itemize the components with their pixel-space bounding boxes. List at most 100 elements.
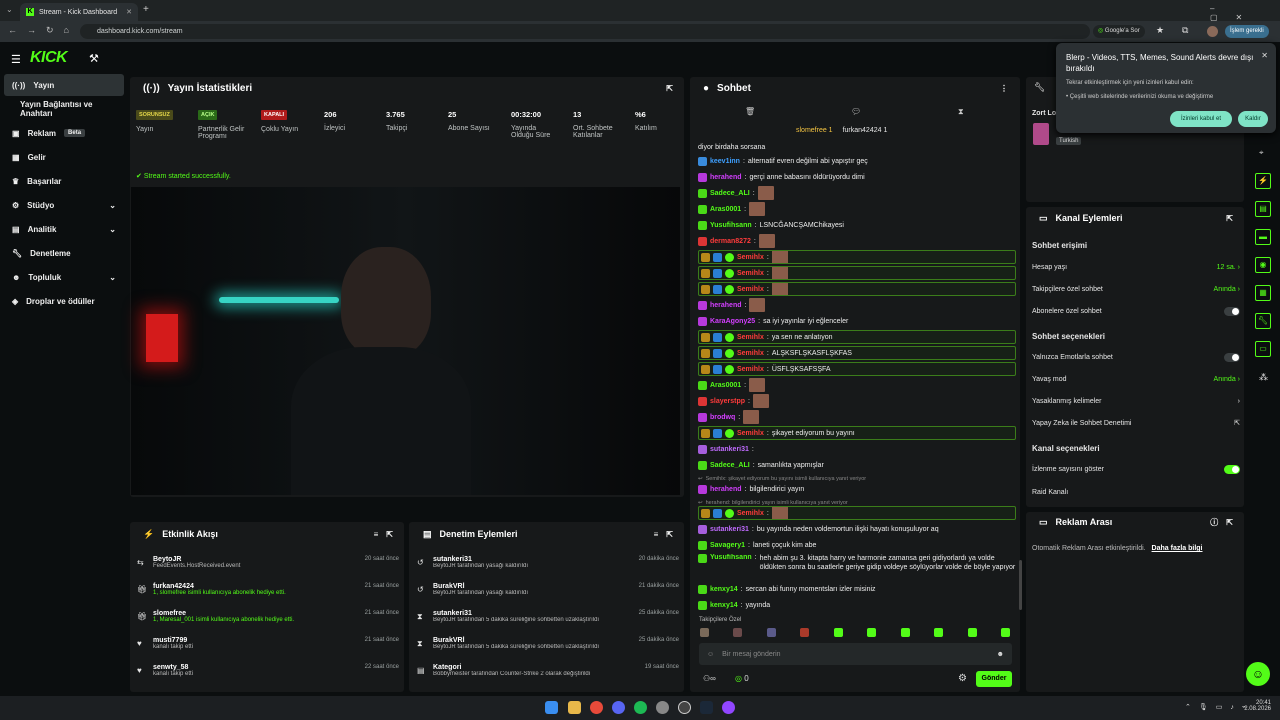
chat-message[interactable]: slayerstpp:: [698, 394, 1016, 408]
emote-only-toggle[interactable]: [1224, 352, 1240, 362]
spotify-icon[interactable]: [634, 701, 647, 714]
more-info-link[interactable]: Daha fazla bilgi: [1152, 545, 1203, 552]
popout-icon[interactable]: ⇱: [1226, 518, 1233, 527]
chat-username[interactable]: herahend: [710, 174, 742, 181]
profile-avatar[interactable]: [1207, 26, 1218, 37]
menu-icon[interactable]: ☰: [11, 53, 21, 66]
close-tab-icon[interactable]: ✕: [126, 8, 132, 16]
chat-username[interactable]: Semihlx: [737, 366, 764, 373]
activity-user[interactable]: senwty_58: [153, 664, 399, 671]
chat-username[interactable]: Semihlx: [737, 350, 764, 357]
raid-channel-row[interactable]: Raid Kanalı: [1032, 485, 1240, 499]
chat-bubble-icon[interactable]: 💬︎: [851, 107, 861, 116]
rail-wrench-icon[interactable]: 🔧︎: [1255, 313, 1271, 329]
windows-start-icon[interactable]: [545, 701, 558, 714]
google-ask-button[interactable]: ◎ Google'a Sor: [1093, 25, 1145, 38]
chat-username[interactable]: sutankeri31: [710, 446, 749, 453]
sidebar-item-yayin[interactable]: ((·)) Yayın: [4, 74, 124, 96]
emote-icon[interactable]: [700, 628, 709, 637]
chat-username[interactable]: Semihlx: [737, 286, 764, 293]
chat-message[interactable]: brodwq:: [698, 410, 1016, 424]
trash-icon[interactable]: 🗑︎: [745, 107, 755, 116]
slow-mode-row[interactable]: Yavaş mod Anında ›: [1032, 372, 1240, 386]
chat-message[interactable]: keev1inn: alternatif evren değilmi abi ya…: [698, 154, 1016, 168]
chat-username[interactable]: keev1inn: [710, 158, 740, 165]
file-explorer-icon[interactable]: [568, 701, 581, 714]
chat-message[interactable]: Sadece_ALI:: [698, 186, 1016, 200]
activity-row[interactable]: ♥ senwty_58 kanalı takip etti 22 saat önce: [137, 664, 399, 677]
chat-username[interactable]: kenxy14: [710, 586, 738, 593]
accept-permissions-button[interactable]: İzinleri kabul et: [1170, 111, 1232, 127]
popout-icon[interactable]: ⇱: [1226, 214, 1233, 223]
followers-only-row[interactable]: Takipçilere özel sohbet Anında ›: [1032, 282, 1240, 296]
subs-only-toggle[interactable]: [1224, 306, 1240, 316]
activity-user[interactable]: BeytoJR: [153, 556, 399, 563]
emote-icon[interactable]: [967, 628, 977, 637]
chat-username[interactable]: KaraAgony25: [710, 318, 755, 325]
close-icon[interactable]: ✕: [1261, 51, 1268, 60]
emote-icon[interactable]: [766, 628, 776, 637]
chat-username[interactable]: derman8272: [710, 238, 751, 245]
emoji-icon[interactable]: ☻: [997, 651, 1004, 658]
emote-icon[interactable]: [934, 628, 944, 637]
activity-row[interactable]: ⇆ BeytoJR FeedEvents.HostReceived.event 20 …: [137, 556, 399, 569]
chat-message[interactable]: Yusufihsann: heh abim şu 3. kitapta harry…: [698, 554, 1016, 576]
new-tab-icon[interactable]: +: [143, 4, 149, 15]
rail-grid-icon[interactable]: ▦: [1255, 285, 1271, 301]
chat-message[interactable]: Yusufihsann: LSNCĞANCŞAMChikayesi: [698, 218, 1016, 232]
rail-display-icon[interactable]: ▭: [1255, 341, 1271, 357]
moderation-row[interactable]: ↺ sutankeri31 BeytoJR tarafından yasağı ka…: [417, 556, 679, 569]
obs-icon[interactable]: [678, 701, 691, 714]
sidebar-item-analitik[interactable]: ▤ Analitik ⌄: [4, 218, 124, 240]
chat-message[interactable]: Sadece_ALI: samanlıkta yapmışlar: [698, 458, 1016, 472]
chat-message[interactable]: KaraAgony25: sa iyi yayınlar iyi eğlencel…: [698, 314, 1016, 328]
chat-username[interactable]: brodwq: [710, 414, 735, 421]
steam-icon[interactable]: [700, 701, 713, 714]
kick-logo[interactable]: KICK: [30, 49, 68, 67]
send-button[interactable]: Gönder: [976, 671, 1012, 687]
crosshair-icon[interactable]: ⌖: [1259, 148, 1264, 158]
info-icon[interactable]: ⓘ: [1210, 517, 1218, 528]
chat-message[interactable]: Semihlx: ya sen ne anlatıyon: [698, 330, 1016, 344]
twitch-icon[interactable]: [722, 701, 735, 714]
activity-row[interactable]: 🎁︎ slomefree 1, Maresal_001 isimli kullanı…: [137, 610, 399, 623]
moderation-row[interactable]: ↺ BurakVRl BeytoJR tarafından yasağı kaldı…: [417, 583, 679, 596]
chat-username[interactable]: Yusufihsann: [710, 222, 752, 229]
pin-icon[interactable]: ⚒: [89, 52, 99, 65]
chat-username[interactable]: Sadece_ALI: [710, 190, 750, 197]
chat-input[interactable]: ☺ Bir mesaj gönderin ☻: [699, 643, 1012, 665]
activity-user[interactable]: furkan42424: [153, 583, 399, 590]
window-controls[interactable]: –▢✕: [1210, 4, 1280, 22]
chat-username[interactable]: Aras0001: [710, 382, 741, 389]
popout-icon[interactable]: ⇱: [386, 530, 393, 539]
chat-message[interactable]: diyor birdaha sorsana: [698, 140, 1016, 154]
chat-message[interactable]: sutankeri31:: [698, 442, 1016, 456]
chat-message[interactable]: kenxy14: sercan abi funny momentsları izl…: [698, 582, 1016, 596]
chat-message[interactable]: sutankeri31: bu yayında neden voldemortun…: [698, 522, 1016, 536]
activity-user[interactable]: musti7799: [153, 637, 399, 644]
sidebar-item-stream-key[interactable]: Yayın Bağlantısı ve Anahtarı: [4, 98, 124, 120]
account-age-row[interactable]: Hesap yaşı 12 sa. ›: [1032, 260, 1240, 274]
help-chat-icon[interactable]: ☺: [1246, 662, 1270, 686]
stream-preview[interactable]: [131, 187, 680, 495]
rail-document-icon[interactable]: ▤: [1255, 201, 1271, 217]
chat-username[interactable]: sutankeri31: [710, 526, 749, 533]
emote-icon[interactable]: [800, 628, 810, 637]
viewcount-toggle[interactable]: [1224, 464, 1240, 474]
filter-icon[interactable]: ≡: [654, 530, 659, 539]
emote-icon[interactable]: [900, 628, 910, 637]
rail-broadcast-icon[interactable]: ◉: [1255, 257, 1271, 273]
chat-message[interactable]: Aras0001:: [698, 202, 1016, 216]
url-input[interactable]: dashboard.kick.com/stream: [80, 24, 1090, 39]
chat-username[interactable]: Yusufihsann: [710, 554, 752, 561]
chat-message[interactable]: Semihlx:: [698, 266, 1016, 280]
tab-list-icon[interactable]: ⌄: [6, 5, 13, 14]
chat-username[interactable]: Semihlx: [737, 510, 764, 517]
chat-message[interactable]: Semihlx: ÜSFLŞKSAFSŞFA: [698, 362, 1016, 376]
chat-username[interactable]: herahend: [710, 302, 742, 309]
sidebar-item-studyo[interactable]: ⚙ Stüdyo ⌄: [4, 194, 124, 216]
chat-message[interactable]: herahend: bilgilendirici yayın: [698, 482, 1016, 496]
emote-icon[interactable]: [867, 628, 877, 637]
rail-apps-icon[interactable]: ⁂: [1259, 372, 1268, 383]
chat-username[interactable]: Savagery1: [710, 542, 745, 549]
